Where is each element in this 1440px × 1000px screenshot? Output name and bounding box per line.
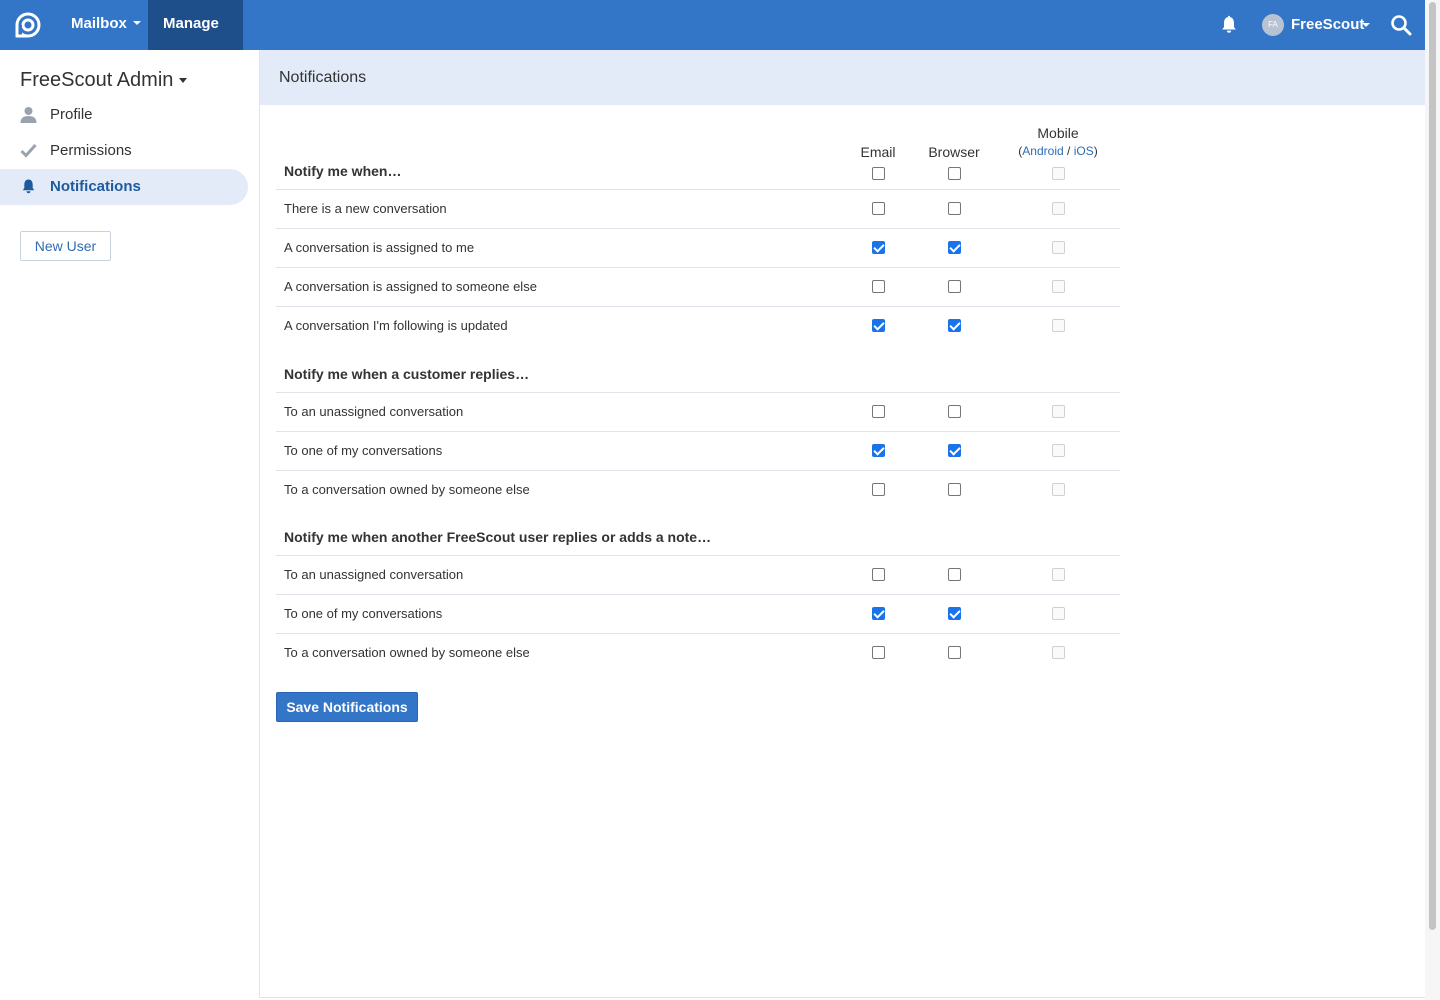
user-menu-dropdown[interactable]: FA FreeScout <box>1262 0 1377 50</box>
page-header: Notifications <box>260 50 1426 105</box>
android-link[interactable]: Android <box>1022 144 1063 158</box>
browser-checkbox[interactable] <box>948 319 961 332</box>
paren-close: ) <box>1093 144 1098 158</box>
sidebar-item-label: Notifications <box>50 178 141 195</box>
sidebar-item-notifications[interactable]: Notifications <box>0 169 248 205</box>
row-label: To a conversation owned by someone else <box>284 482 530 497</box>
email-checkbox[interactable] <box>872 483 885 496</box>
mobile-checkbox <box>1052 319 1065 332</box>
sidebar-item-label: Permissions <box>50 142 132 159</box>
browser-checkbox[interactable] <box>948 280 961 293</box>
sidebar-item-profile[interactable]: Profile <box>0 97 248 133</box>
email-checkbox[interactable] <box>872 405 885 418</box>
browser-checkbox[interactable] <box>948 444 961 457</box>
row-label: To an unassigned conversation <box>284 567 464 582</box>
nav-manage-dropdown[interactable]: Manage <box>148 0 243 74</box>
browser-checkbox[interactable] <box>948 405 961 418</box>
mobile-platforms: (Android / iOS) <box>1008 144 1108 158</box>
section-title: Notify me when another FreeScout user re… <box>284 529 712 545</box>
chevron-down-icon <box>179 78 188 84</box>
main-panel: Notifications Email Browser Mobile (Andr… <box>259 50 1426 998</box>
column-header-browser: Browser <box>928 144 980 160</box>
table-row: To an unassigned conversation <box>276 555 1120 594</box>
nav-manage-label: Manage <box>163 15 219 32</box>
column-header-mobile: Mobile (Android / iOS) <box>1008 125 1108 158</box>
search-icon[interactable] <box>1390 14 1412 36</box>
nav-mailbox-dropdown[interactable]: Mailbox <box>56 0 156 50</box>
browser-checkbox[interactable] <box>948 483 961 496</box>
table-row: A conversation is assigned to someone el… <box>276 267 1120 306</box>
sidebar-item-permissions[interactable]: Permissions <box>0 133 248 169</box>
row-label: There is a new conversation <box>284 201 447 216</box>
table-row: To one of my conversations <box>276 594 1120 633</box>
ios-link[interactable]: iOS <box>1074 144 1094 158</box>
table-row: There is a new conversation <box>276 189 1120 228</box>
email-checkbox[interactable] <box>872 646 885 659</box>
column-header-email: Email <box>860 144 896 160</box>
mobile-checkbox <box>1052 444 1065 457</box>
scrollbar[interactable] <box>1425 0 1440 1000</box>
user-icon <box>20 107 37 123</box>
row-label: A conversation is assigned to me <box>284 240 475 255</box>
select-all-email-checkbox[interactable] <box>872 167 885 180</box>
mobile-checkbox <box>1052 241 1065 254</box>
browser-checkbox[interactable] <box>948 568 961 581</box>
mobile-label: Mobile <box>1037 125 1079 141</box>
browser-checkbox[interactable] <box>948 241 961 254</box>
sidebar-item-label: Profile <box>50 106 93 123</box>
top-navbar: Mailbox Manage FA FreeScout <box>0 0 1440 74</box>
browser-checkbox[interactable] <box>948 202 961 215</box>
mobile-checkbox <box>1052 568 1065 581</box>
row-label: A conversation I'm following is updated <box>284 318 508 333</box>
email-checkbox[interactable] <box>872 202 885 215</box>
freescout-logo-icon[interactable] <box>14 11 42 39</box>
bell-icon[interactable] <box>1219 15 1239 35</box>
table-row: To a conversation owned by someone else <box>276 633 1120 672</box>
avatar: FA <box>1262 14 1284 36</box>
scrollbar-thumb[interactable] <box>1429 2 1436 930</box>
page-title: Notifications <box>279 69 367 86</box>
email-checkbox[interactable] <box>872 568 885 581</box>
email-checkbox[interactable] <box>872 444 885 457</box>
mobile-checkbox <box>1052 483 1065 496</box>
browser-checkbox[interactable] <box>948 646 961 659</box>
mobile-checkbox <box>1052 202 1065 215</box>
check-icon <box>20 143 37 158</box>
browser-checkbox[interactable] <box>948 607 961 620</box>
table-row: To one of my conversations <box>276 431 1120 470</box>
table-row: To a conversation owned by someone else <box>276 470 1120 509</box>
mobile-checkbox <box>1052 280 1065 293</box>
section-title: Notify me when a customer replies… <box>284 366 530 382</box>
sidebar-user-dropdown[interactable]: FreeScout Admin <box>20 69 188 92</box>
mobile-checkbox <box>1052 646 1065 659</box>
sidebar-title: FreeScout Admin <box>20 69 174 91</box>
select-all-browser-checkbox[interactable] <box>948 167 961 180</box>
user-name: FreeScout <box>1291 16 1365 33</box>
chevron-down-icon <box>132 21 141 26</box>
separator: / <box>1063 144 1074 158</box>
save-notifications-button[interactable]: Save Notifications <box>276 692 418 722</box>
sidebar: FreeScout Admin Profile Permissions Noti… <box>0 50 259 1000</box>
nav-mailbox-label: Mailbox <box>71 15 127 32</box>
row-label: To one of my conversations <box>284 606 443 621</box>
email-checkbox[interactable] <box>872 319 885 332</box>
section-title: Notify me when… <box>284 163 402 179</box>
bell-icon <box>22 179 35 194</box>
row-label: To an unassigned conversation <box>284 404 464 419</box>
email-checkbox[interactable] <box>872 607 885 620</box>
email-checkbox[interactable] <box>872 241 885 254</box>
new-user-button[interactable]: New User <box>20 231 111 261</box>
row-label: A conversation is assigned to someone el… <box>284 279 537 294</box>
email-checkbox[interactable] <box>872 280 885 293</box>
table-row: To an unassigned conversation <box>276 392 1120 431</box>
row-label: To one of my conversations <box>284 443 443 458</box>
mobile-checkbox <box>1052 405 1065 418</box>
row-label: To a conversation owned by someone else <box>284 645 530 660</box>
chevron-down-icon <box>1362 23 1370 27</box>
table-row: A conversation is assigned to me <box>276 228 1120 267</box>
table-row: A conversation I'm following is updated <box>276 306 1120 345</box>
mobile-checkbox <box>1052 607 1065 620</box>
select-all-mobile-checkbox <box>1052 167 1065 180</box>
